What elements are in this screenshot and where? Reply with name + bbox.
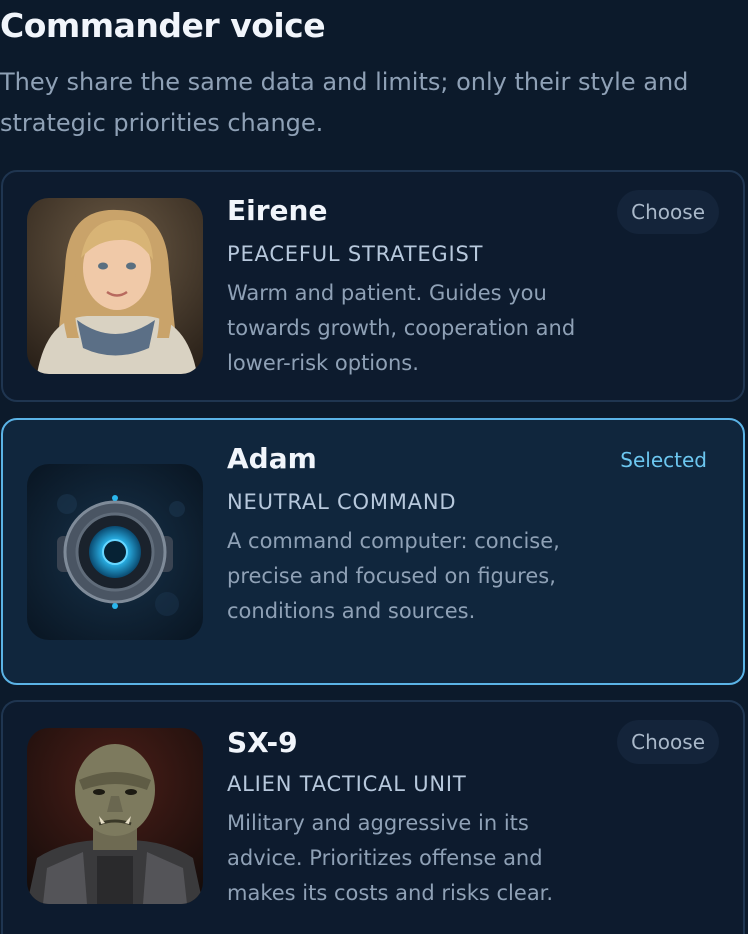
commander-role: NEUTRAL COMMAND bbox=[227, 490, 457, 514]
commander-voice-page: Commander voice They share the same data… bbox=[0, 0, 748, 934]
alien-warrior-portrait-icon bbox=[27, 728, 203, 904]
commander-description: Military and aggressive in its advice. P… bbox=[227, 811, 554, 905]
commander-card-sx-9[interactable]: SX-9 ALIEN TACTICAL UNIT Military and ag… bbox=[1, 700, 745, 934]
robot-eye-portrait-icon bbox=[27, 464, 203, 640]
commander-name: SX-9 bbox=[227, 726, 298, 759]
commander-role: ALIEN TACTICAL UNIT bbox=[227, 772, 467, 796]
commander-name: Eirene bbox=[227, 194, 328, 227]
page-subtitle: They share the same data and limits; onl… bbox=[0, 68, 689, 137]
page-title: Commander voice bbox=[0, 6, 326, 45]
commander-card-eirene[interactable]: Eirene PEACEFUL STRATEGIST Warm and pati… bbox=[1, 170, 745, 402]
selected-status: Selected bbox=[620, 448, 707, 472]
choose-button[interactable]: Choose bbox=[617, 190, 719, 234]
commander-name: Adam bbox=[227, 442, 317, 475]
commander-description: A command computer: concise, precise and… bbox=[227, 529, 560, 623]
commander-description: Warm and patient. Guides you towards gro… bbox=[227, 281, 576, 375]
girl-portrait-icon bbox=[27, 198, 203, 374]
commander-card-adam[interactable]: Adam NEUTRAL COMMAND A command computer:… bbox=[1, 418, 745, 685]
choose-button[interactable]: Choose bbox=[617, 720, 719, 764]
commander-role: PEACEFUL STRATEGIST bbox=[227, 242, 484, 266]
